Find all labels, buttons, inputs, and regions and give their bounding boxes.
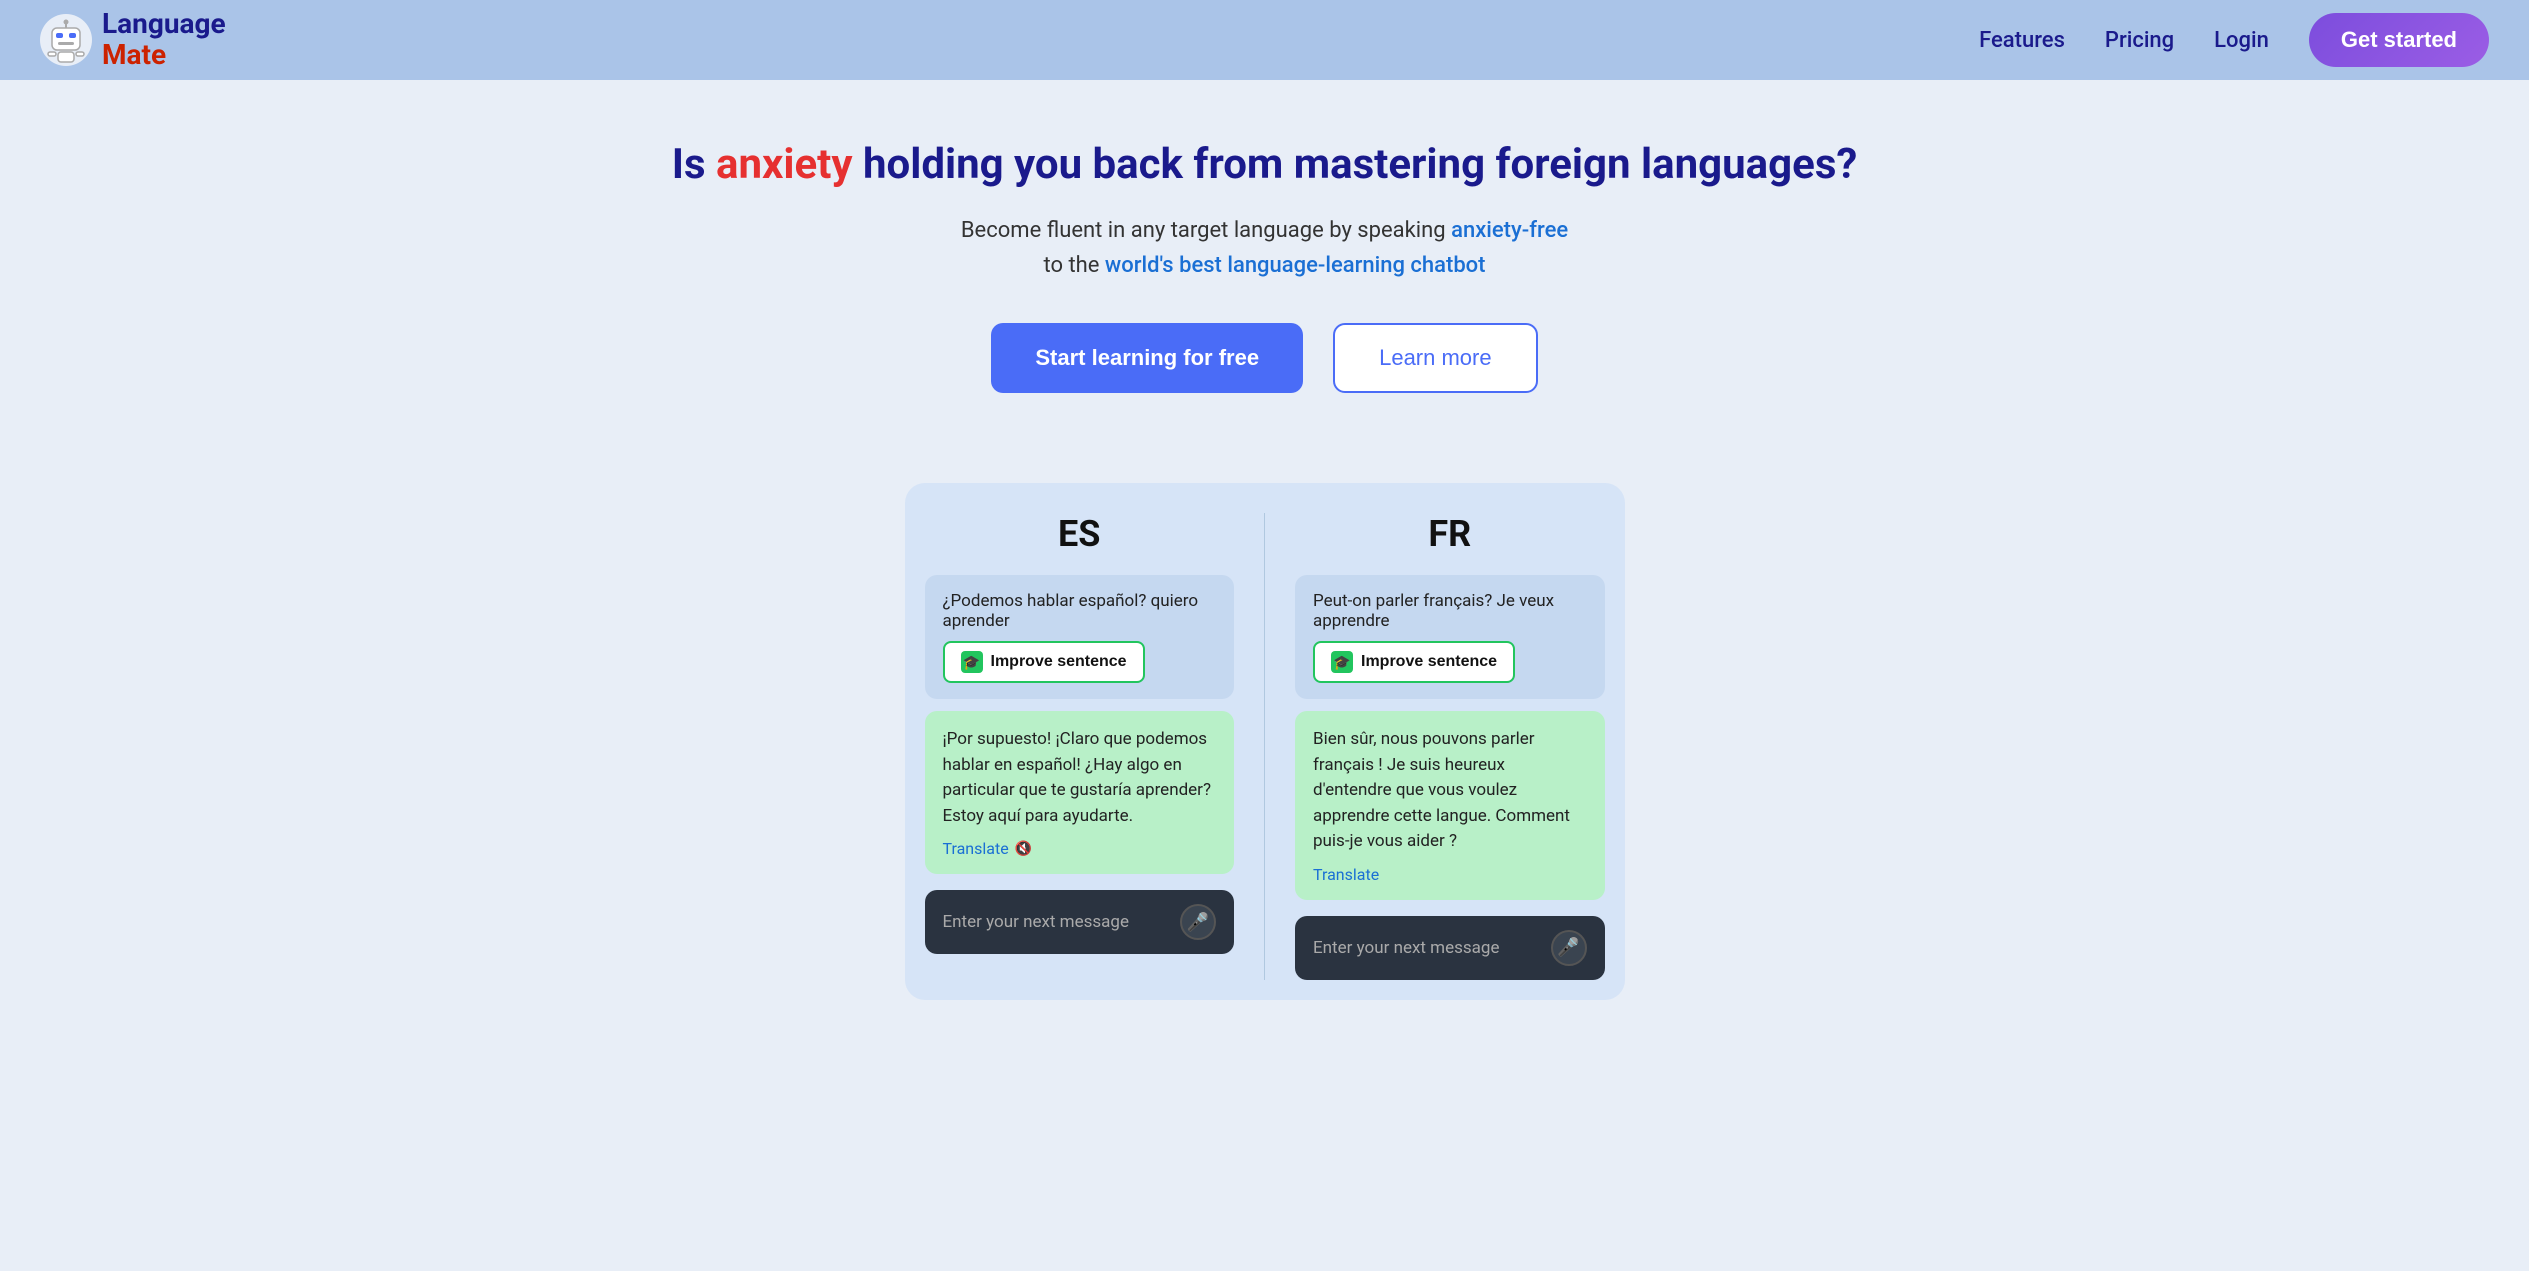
es-translate-link[interactable]: Translate 🔇 xyxy=(943,839,1033,858)
improve-label: Improve sentence xyxy=(991,653,1127,671)
logo-language: Language xyxy=(102,9,226,40)
nav-links: Features Pricing Login Get started xyxy=(1979,13,2489,67)
hero-buttons: Start learning for free Learn more xyxy=(20,323,2509,393)
fr-improve-icon: 🎓 xyxy=(1331,651,1353,673)
es-improve-button[interactable]: 🎓 Improve sentence xyxy=(943,641,1145,683)
logo-text: Language Mate xyxy=(102,9,226,71)
subtext-world-best: world's best language-learning chatbot xyxy=(1105,253,1486,278)
pricing-link[interactable]: Pricing xyxy=(2105,28,2174,53)
learn-more-button[interactable]: Learn more xyxy=(1333,323,1538,393)
navbar: Language Mate Features Pricing Login Get… xyxy=(0,0,2529,80)
panel-divider xyxy=(1264,513,1265,980)
fr-improve-label: Improve sentence xyxy=(1361,653,1497,671)
headline-suffix: holding you back from mastering foreign … xyxy=(853,140,1858,189)
chat-demo-section: ES ¿Podemos hablar español? quiero apren… xyxy=(0,483,2529,1000)
es-user-message: ¿Podemos hablar español? quiero aprender xyxy=(943,591,1217,631)
es-sound-icon: 🔇 xyxy=(1015,841,1032,857)
logo-robot-icon xyxy=(40,14,92,66)
fr-mic-icon: 🎤 xyxy=(1557,937,1579,958)
es-translate-label: Translate xyxy=(943,839,1009,858)
fr-mic-button[interactable]: 🎤 xyxy=(1551,930,1587,966)
logo[interactable]: Language Mate xyxy=(40,9,226,71)
es-bot-message: ¡Por supuesto! ¡Claro que podemos hablar… xyxy=(943,727,1217,829)
features-link[interactable]: Features xyxy=(1979,28,2065,53)
fr-bot-bubble: Bien sûr, nous pouvons parler français !… xyxy=(1295,711,1605,900)
fr-translate-label: Translate xyxy=(1313,865,1379,884)
es-input-placeholder[interactable]: Enter your next message xyxy=(943,912,1129,932)
fr-improve-button[interactable]: 🎓 Improve sentence xyxy=(1313,641,1515,683)
headline-prefix: Is xyxy=(672,140,716,189)
es-input-bar: Enter your next message 🎤 xyxy=(925,890,1235,954)
get-started-button[interactable]: Get started xyxy=(2309,13,2489,67)
subtext-anxiety-free: anxiety-free xyxy=(1451,218,1568,243)
start-learning-button[interactable]: Start learning for free xyxy=(991,323,1303,393)
es-chat-panel: ES ¿Podemos hablar español? quiero apren… xyxy=(925,513,1235,980)
logo-mate: Mate xyxy=(102,40,226,71)
fr-user-message: Peut-on parler français? Je veux apprend… xyxy=(1313,591,1587,631)
fr-user-bubble: Peut-on parler français? Je veux apprend… xyxy=(1295,575,1605,699)
fr-bot-message: Bien sûr, nous pouvons parler français !… xyxy=(1313,727,1587,855)
es-mic-button[interactable]: 🎤 xyxy=(1180,904,1216,940)
fr-input-bar: Enter your next message 🎤 xyxy=(1295,916,1605,980)
fr-translate-link[interactable]: Translate xyxy=(1313,865,1379,884)
login-link[interactable]: Login xyxy=(2214,28,2269,53)
subtext-prefix: Become fluent in any target language by … xyxy=(961,218,1451,243)
fr-input-placeholder[interactable]: Enter your next message xyxy=(1313,938,1499,958)
es-user-bubble: ¿Podemos hablar español? quiero aprender… xyxy=(925,575,1235,699)
subtext-middle: to the xyxy=(1043,253,1104,278)
es-bot-bubble: ¡Por supuesto! ¡Claro que podemos hablar… xyxy=(925,711,1235,874)
hero-headline: Is anxiety holding you back from masteri… xyxy=(20,140,2509,189)
es-mic-icon: 🎤 xyxy=(1187,912,1209,933)
hero-section: Is anxiety holding you back from masteri… xyxy=(0,80,2529,483)
es-lang-label: ES xyxy=(925,513,1235,555)
fr-lang-label: FR xyxy=(1295,513,1605,555)
fr-chat-panel: FR Peut-on parler français? Je veux appr… xyxy=(1295,513,1605,980)
improve-icon: 🎓 xyxy=(961,651,983,673)
hero-subtext: Become fluent in any target language by … xyxy=(20,213,2509,283)
chat-container: ES ¿Podemos hablar español? quiero apren… xyxy=(905,483,1625,1000)
headline-anxiety: anxiety xyxy=(716,140,853,189)
